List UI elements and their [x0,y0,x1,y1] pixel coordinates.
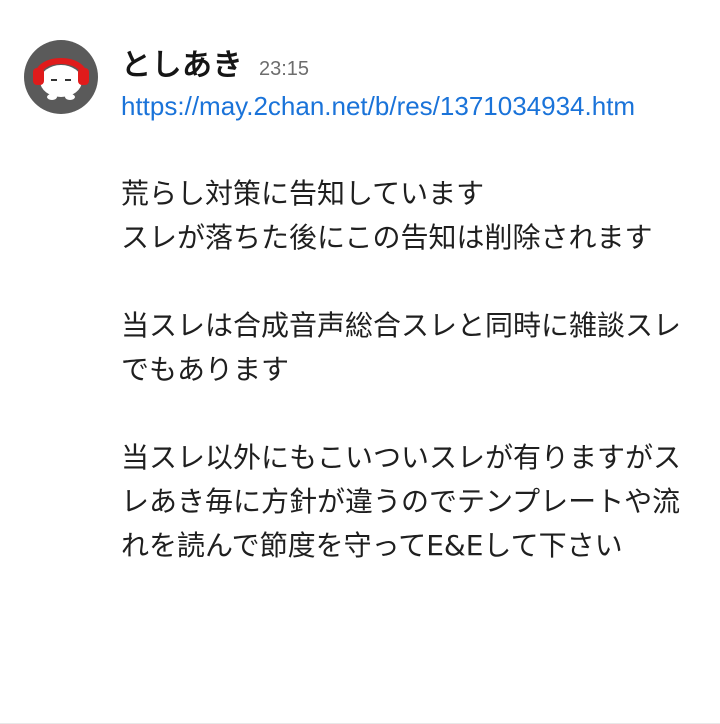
message-paragraph: 当スレは合成音声総合スレと同時に雑談スレでもあります [121,309,682,386]
timestamp: 23:15 [259,58,310,80]
headphones-character-avatar-icon [33,58,89,100]
chat-message: としあき 23:15 https://may.2chan.net/b/res/1… [0,0,720,724]
message-content: としあき 23:15 https://may.2chan.net/b/res/1… [121,40,711,568]
username[interactable]: としあき [121,40,243,84]
message-body: 荒らし対策に告知しています スレが落ちた後にこの告知は削除されます 当スレは合成… [121,172,693,568]
message-link[interactable]: https://may.2chan.net/b/res/1371034934.h… [121,84,651,128]
message-paragraph: 当スレ以外にもこいついスレが有りますがスレあき毎に方針が違うのでテンプレートや流… [121,441,682,562]
message-paragraph: 荒らし対策に告知しています スレが落ちた後にこの告知は削除されます [121,177,653,254]
avatar[interactable] [24,40,98,114]
message-header: としあき 23:15 [121,40,711,84]
